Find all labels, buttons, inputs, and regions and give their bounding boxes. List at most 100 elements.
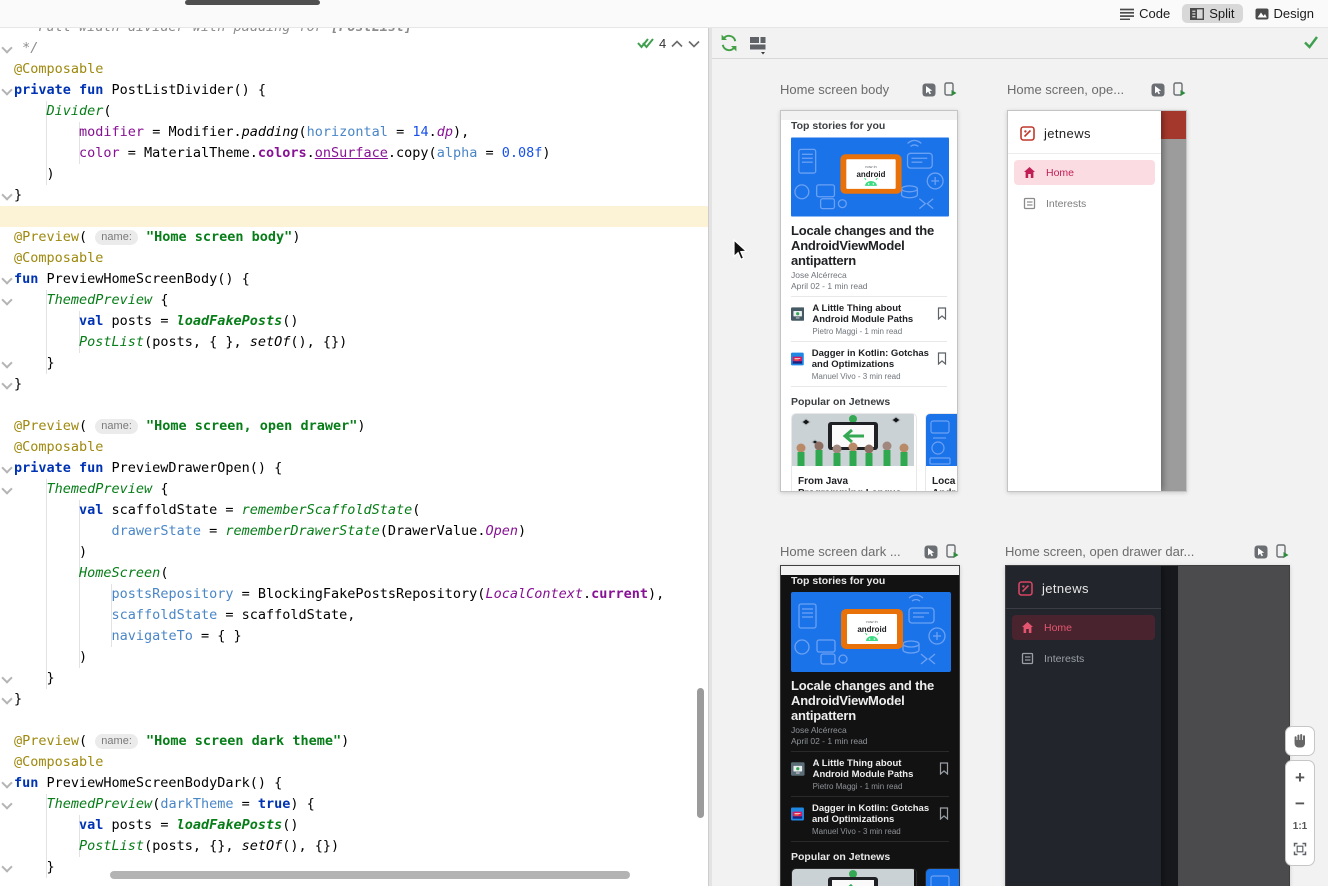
post-list-item: Dagger in Kotlin: Gotchas and Optimizati… [791, 803, 949, 836]
code-token: 14 [412, 124, 428, 140]
code-line[interactable]: @Preview( name: "Home screen body") [0, 227, 708, 248]
code-line[interactable]: ThemedPreview { [0, 290, 708, 311]
interactive-preview-icon[interactable] [922, 83, 936, 97]
code-token: ) [292, 229, 300, 245]
zoom-actual-size-button[interactable]: 1:1 [1293, 821, 1307, 832]
code-line[interactable]: } [0, 374, 708, 395]
post-thumbnail [791, 348, 804, 370]
code-token: scaffoldState = [103, 502, 241, 518]
run-on-device-icon[interactable] [1275, 544, 1290, 559]
code-token: { [152, 481, 168, 497]
code-line[interactable]: fun PreviewHomeScreenBodyDark() { [0, 773, 708, 794]
zoom-to-fit-button[interactable] [1293, 842, 1307, 856]
preview-card-home-screen-body[interactable]: Top stories for you no [780, 110, 958, 492]
code-token: ( [412, 502, 420, 518]
code-token [14, 586, 112, 602]
pane-splitter[interactable] [708, 0, 712, 886]
code-line[interactable]: private fun PostListDivider() { [0, 80, 708, 101]
mode-design-button[interactable]: Design [1247, 4, 1322, 23]
run-on-device-icon[interactable] [945, 544, 960, 559]
preview-card-title: Home screen, open drawer dar... [1005, 544, 1247, 559]
interests-icon [1021, 652, 1034, 665]
next-highlight-icon[interactable] [688, 40, 700, 48]
code-token: posts = [103, 313, 176, 329]
code-line[interactable]: Divider( [0, 101, 708, 122]
mode-code-button[interactable]: Code [1112, 4, 1178, 23]
code-line[interactable]: ) [0, 542, 708, 563]
code-line[interactable] [0, 395, 708, 416]
run-on-device-icon[interactable] [1172, 82, 1187, 97]
code-line[interactable]: private fun PreviewDrawerOpen() { [0, 458, 708, 479]
interactive-preview-icon[interactable] [1254, 545, 1268, 559]
code-line[interactable]: ) [0, 164, 708, 185]
interactive-preview-icon[interactable] [924, 545, 938, 559]
list-divider [791, 796, 949, 797]
code-line[interactable]: } [0, 353, 708, 374]
code-line[interactable]: } [0, 185, 708, 206]
section-title: Top stories for you [791, 120, 947, 132]
prev-highlight-icon[interactable] [671, 40, 683, 48]
mode-split-button[interactable]: Split [1182, 4, 1242, 23]
code-editor[interactable]: * Full-width divider with padding for [P… [0, 0, 708, 886]
code-line[interactable]: navigateTo = { } [0, 626, 708, 647]
code-line[interactable]: */ [0, 38, 708, 59]
code-line[interactable]: postsRepository = BlockingFakePostsRepos… [0, 584, 708, 605]
code-line[interactable]: HomeScreen( [0, 563, 708, 584]
code-area[interactable]: * Full-width divider with padding for [P… [0, 17, 708, 878]
editor-horizontal-scrollbar[interactable] [110, 871, 630, 879]
code-token: dp [437, 124, 453, 140]
interactive-preview-icon[interactable] [1151, 83, 1165, 97]
popular-card: LocaAndr Jose Al April 0 [925, 868, 959, 886]
code-line[interactable]: val posts = loadFakePosts() [0, 815, 708, 836]
code-line[interactable]: fun PreviewHomeScreenBody() { [0, 269, 708, 290]
code-line[interactable]: @Composable [0, 248, 708, 269]
zoom-out-button[interactable]: − [1295, 796, 1305, 812]
code-token: PostList [79, 334, 144, 350]
preview-card-title-row: Home screen body [780, 82, 958, 97]
code-line[interactable]: modifier = Modifier.padding(horizontal =… [0, 122, 708, 143]
popular-card: From JavaProgramming Langua... Florina M… [791, 868, 917, 886]
popular-card: From JavaProgramming Langua... Florina M… [791, 413, 917, 492]
code-line[interactable]: scaffoldState = scaffoldState, [0, 605, 708, 626]
code-line[interactable]: @Composable [0, 752, 708, 773]
code-token: val [79, 313, 103, 329]
top-scrollbar-thumb[interactable] [185, 0, 320, 5]
code-line[interactable]: PostList(posts, {}, setOf(), {}) [0, 836, 708, 857]
build-refresh-icon[interactable] [719, 33, 739, 53]
code-line[interactable]: @Preview( name: "Home screen, open drawe… [0, 416, 708, 437]
bookmark-icon [937, 352, 947, 365]
drawer-item-interests: Interests [1014, 191, 1155, 216]
compose-preview-panel: Home screen body Home screen, ope... Hom… [711, 0, 1328, 886]
home-icon [1021, 621, 1034, 634]
code-token: = scaffoldState, [217, 607, 355, 623]
code-line[interactable]: PostList(posts, { }, setOf(), {}) [0, 332, 708, 353]
code-line[interactable] [0, 206, 708, 227]
view-options-icon[interactable] [747, 33, 769, 55]
zoom-in-button[interactable]: + [1295, 770, 1305, 786]
code-line[interactable]: } [0, 689, 708, 710]
code-line[interactable]: } [0, 668, 708, 689]
code-line[interactable]: drawerState = rememberDrawerState(Drawer… [0, 521, 708, 542]
nav-drawer: jetnews Home Interests [1006, 566, 1161, 886]
code-line[interactable]: ThemedPreview { [0, 479, 708, 500]
code-token: setOf [250, 334, 291, 350]
code-line[interactable]: ThemedPreview(darkTheme = true) { [0, 794, 708, 815]
preview-card-open-drawer-dark[interactable]: jetnews Home Interests [1005, 565, 1290, 886]
code-token: val [79, 817, 103, 833]
code-line[interactable]: @Composable [0, 59, 708, 80]
code-line[interactable]: val scaffoldState = rememberScaffoldStat… [0, 500, 708, 521]
code-line[interactable]: @Preview( name: "Home screen dark theme"… [0, 731, 708, 752]
preview-card-dark-theme[interactable]: Top stories for you no [780, 565, 960, 886]
code-line[interactable] [0, 710, 708, 731]
code-token: setOf [242, 838, 283, 854]
code-token: ) [14, 544, 87, 560]
editor-vertical-scrollbar[interactable] [697, 688, 704, 818]
pan-button[interactable] [1285, 726, 1315, 756]
code-line[interactable]: @Composable [0, 437, 708, 458]
preview-card-open-drawer[interactable]: jetnews Home Interests [1007, 110, 1187, 492]
run-on-device-icon[interactable] [943, 82, 958, 97]
code-token: ThemedPreview [47, 481, 153, 497]
code-line[interactable]: val posts = loadFakePosts() [0, 311, 708, 332]
code-line[interactable]: ) [0, 647, 708, 668]
code-line[interactable]: color = MaterialTheme.colors.onSurface.c… [0, 143, 708, 164]
